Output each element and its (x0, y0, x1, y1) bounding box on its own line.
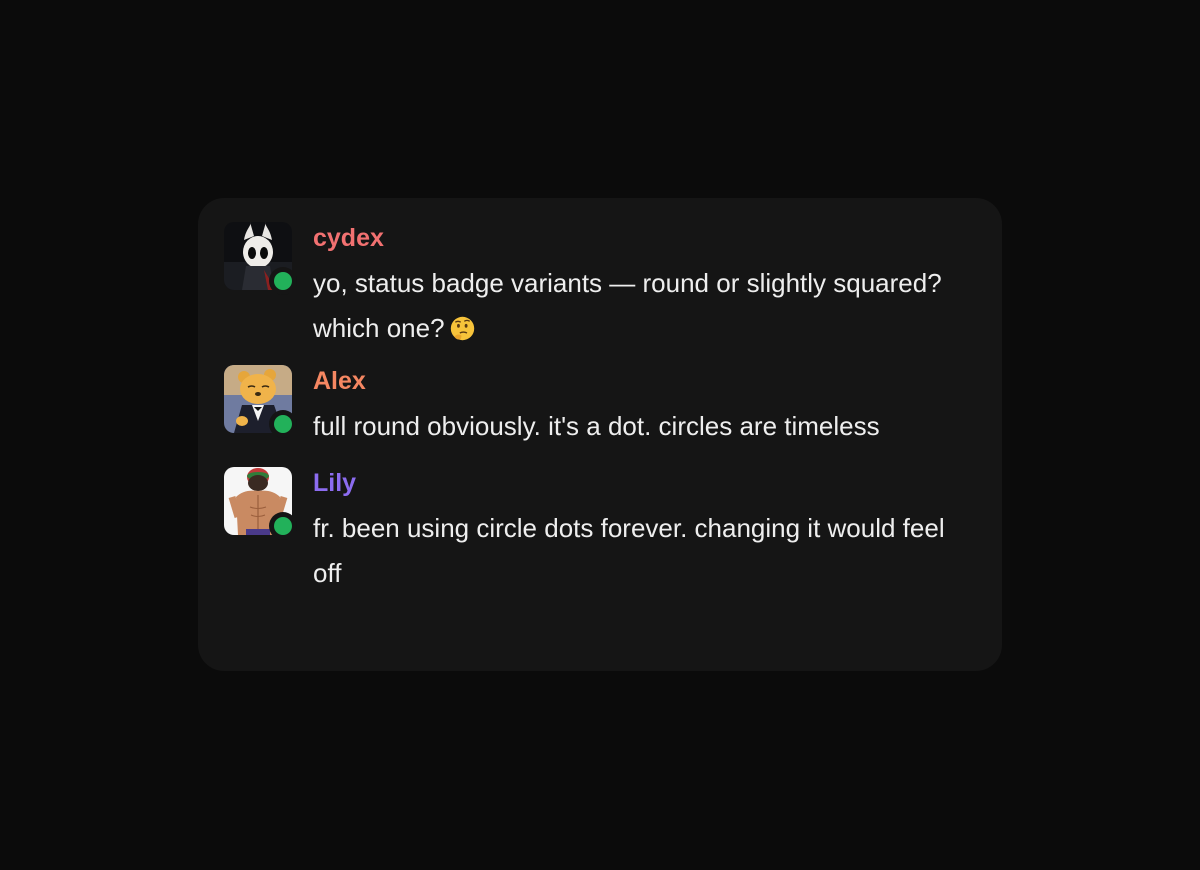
username[interactable]: Lily (313, 467, 962, 499)
message-body: yo, status badge variants — round or sli… (313, 268, 942, 343)
online-status-badge (269, 267, 297, 295)
online-status-badge (269, 512, 297, 540)
message-content: Lily fr. been using circle dots forever.… (313, 467, 962, 596)
chat-message: Lily fr. been using circle dots forever.… (224, 467, 962, 596)
avatar-container[interactable] (224, 222, 297, 295)
online-status-badge (269, 410, 297, 438)
username[interactable]: Alex (313, 365, 880, 397)
message-content: cydex yo, status badge variants — round … (313, 222, 962, 351)
chat-message: cydex yo, status badge variants — round … (224, 222, 962, 351)
message-text: yo, status badge variants — round or sli… (313, 261, 962, 351)
message-text: full round obviously. it's a dot. circle… (313, 411, 880, 441)
avatar-container[interactable] (224, 467, 297, 540)
chat-message: Alex full round obviously. it's a dot. c… (224, 365, 962, 449)
username[interactable]: cydex (313, 222, 962, 254)
chat-card: cydex yo, status badge variants — round … (198, 198, 1002, 671)
message-content: Alex full round obviously. it's a dot. c… (313, 365, 880, 449)
message-text: fr. been using circle dots forever. chan… (313, 513, 945, 588)
thinking-face-icon (449, 315, 476, 342)
avatar-container[interactable] (224, 365, 297, 438)
